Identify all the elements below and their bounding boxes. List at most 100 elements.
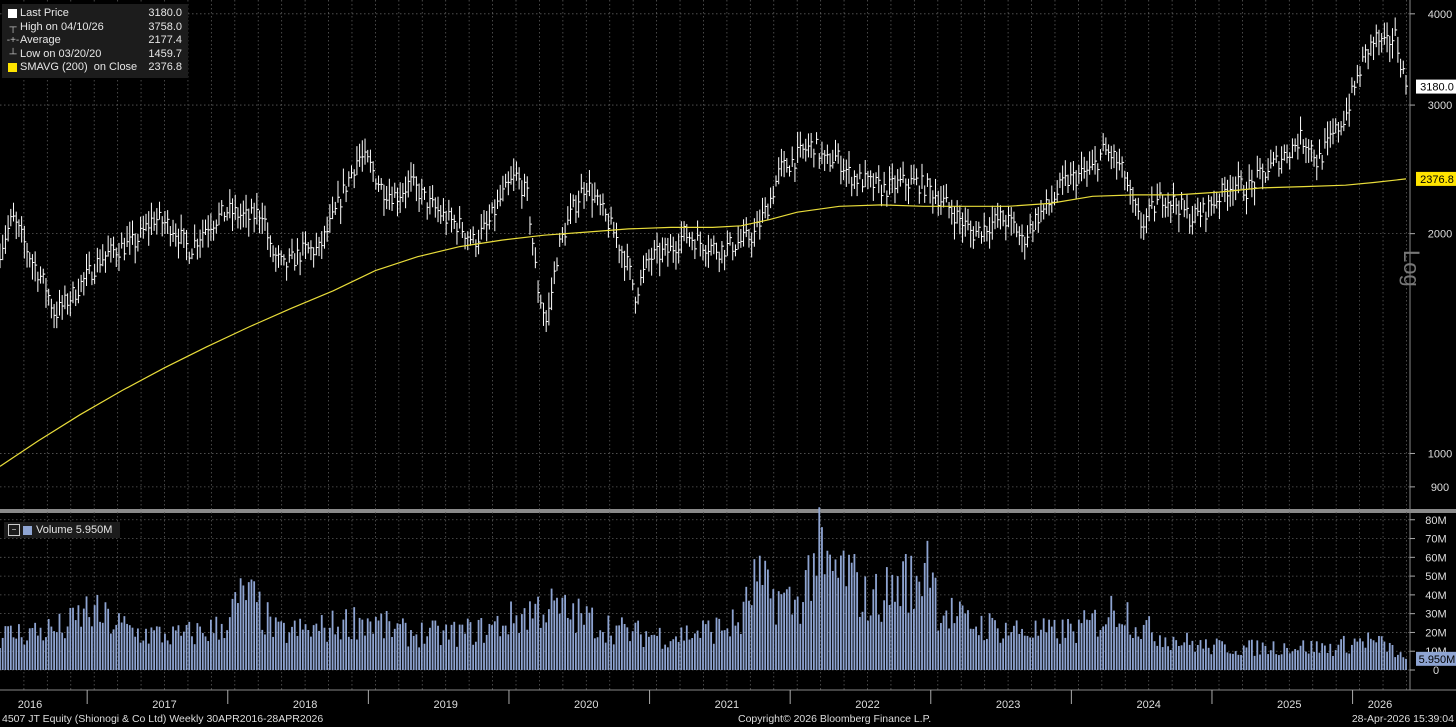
- volume-bar: [721, 630, 723, 670]
- volume-bar: [220, 623, 223, 670]
- volume-bar: [1132, 638, 1134, 670]
- volume-bar: [996, 628, 999, 670]
- volume-bar: [369, 621, 372, 670]
- x-tick-label-2026: 2026: [1368, 699, 1392, 711]
- volume-bar: [88, 617, 91, 670]
- volume-bar: [1013, 625, 1015, 670]
- volume-bar: [1296, 650, 1299, 670]
- volume-bar: [218, 639, 220, 670]
- footer-security: 4507 JT Equity (Shionogi & Co Ltd) Weekl…: [2, 713, 324, 725]
- volume-bar: [353, 607, 356, 670]
- volume-bar: [412, 635, 415, 670]
- volume-bar: [1102, 626, 1105, 670]
- volume-bar: [69, 607, 72, 670]
- volume-bar: [639, 634, 642, 670]
- volume-bar: [1026, 635, 1029, 670]
- y-tick-label-1000: 1000: [1428, 448, 1452, 460]
- volume-bar: [1378, 635, 1380, 670]
- volume-bar: [1031, 637, 1034, 670]
- volume-bar: [677, 641, 680, 670]
- volume-bar: [347, 636, 350, 670]
- volume-bar: [1161, 647, 1164, 670]
- volume-bar: [182, 631, 185, 670]
- volume-bar: [339, 639, 342, 670]
- volume-bar: [515, 615, 518, 670]
- volume-bar: [210, 619, 212, 670]
- volume-bar: [913, 609, 915, 670]
- volume-bar: [1072, 631, 1075, 670]
- volume-bar: [1180, 645, 1183, 670]
- volume-bar: [1302, 640, 1305, 670]
- average-marker-icon: -+-: [6, 35, 20, 46]
- volume-bar: [1183, 642, 1186, 670]
- volume-bar: [1321, 643, 1324, 670]
- volume-bar: [1394, 657, 1397, 670]
- volume-bar: [545, 622, 548, 670]
- volume-bar: [1305, 651, 1307, 670]
- volume-bar: [1315, 641, 1318, 670]
- volume-bar: [688, 639, 691, 670]
- volume-bar: [1191, 640, 1194, 670]
- volume-bar: [472, 644, 475, 670]
- volume-bar: [1172, 636, 1175, 670]
- volume-bar: [788, 586, 791, 670]
- y-tick-label-900: 900: [1431, 482, 1449, 494]
- volume-bar: [258, 591, 261, 670]
- volume-bar: [320, 615, 323, 670]
- volume-bar: [1177, 646, 1180, 670]
- volume-bar: [34, 622, 37, 670]
- volume-bar: [1375, 642, 1378, 670]
- volume-bar: [991, 617, 994, 670]
- volume-bar: [872, 589, 875, 670]
- volume-bar: [85, 596, 88, 670]
- volume-bar: [931, 572, 934, 670]
- volume-bar: [834, 559, 837, 670]
- volume-bar: [693, 633, 696, 670]
- vol-tick-label-0: 0: [1433, 665, 1439, 677]
- volume-bar: [593, 638, 596, 670]
- volume-bar: [1215, 638, 1218, 670]
- volume-bar: [207, 641, 210, 670]
- volume-bar: [977, 635, 980, 670]
- volume-bar: [185, 624, 188, 670]
- vol-tick-label-50: 50M: [1425, 571, 1446, 583]
- footer-timestamp: 28-Apr-2026 15:39:04: [1351, 713, 1454, 725]
- axes: 2016 2017 2018 2019 2020 2021 2022 2023 2024 2025…: [0, 0, 1456, 711]
- volume-bar: [1061, 619, 1064, 670]
- volume-bar: [596, 637, 599, 670]
- volume-bar: [680, 627, 683, 670]
- volume-bar: [1337, 644, 1340, 670]
- volume-bar: [496, 615, 499, 670]
- volume-bar: [972, 628, 975, 670]
- volume-bar: [312, 625, 315, 670]
- volume-bar: [1145, 620, 1148, 670]
- volume-bar: [1186, 632, 1188, 670]
- volume-bar: [704, 624, 707, 670]
- volume-bar: [1213, 644, 1215, 670]
- volume-bar: [237, 603, 239, 670]
- volume-bar: [356, 639, 358, 670]
- volume-bar: [837, 577, 840, 670]
- volume-bar: [634, 622, 637, 670]
- volume-bar: [193, 644, 196, 670]
- volume-bar: [164, 633, 166, 670]
- legend-row-last-price: Last Price 3180.0: [6, 7, 182, 21]
- volume-bar: [937, 630, 940, 670]
- collapse-toggle-icon[interactable]: −: [8, 524, 20, 536]
- volume-bar: [891, 574, 894, 670]
- volume-bar: [23, 644, 26, 670]
- volume-bar: [1261, 642, 1264, 670]
- volume-bar: [566, 617, 569, 670]
- volume-bar: [580, 613, 583, 670]
- volume-bar: [772, 589, 775, 670]
- volume-bar: [1118, 623, 1121, 670]
- volume-bar: [672, 639, 675, 670]
- volume-bar: [953, 623, 956, 670]
- volume-bar: [442, 630, 445, 670]
- volume-bar: [1369, 638, 1372, 670]
- volume-bar: [488, 623, 491, 670]
- volume-bar: [1310, 640, 1313, 670]
- legend-label: SMAVG (200) on Close: [20, 61, 138, 73]
- volume-bar: [775, 624, 777, 670]
- vol-tick-label-60: 60M: [1425, 552, 1446, 564]
